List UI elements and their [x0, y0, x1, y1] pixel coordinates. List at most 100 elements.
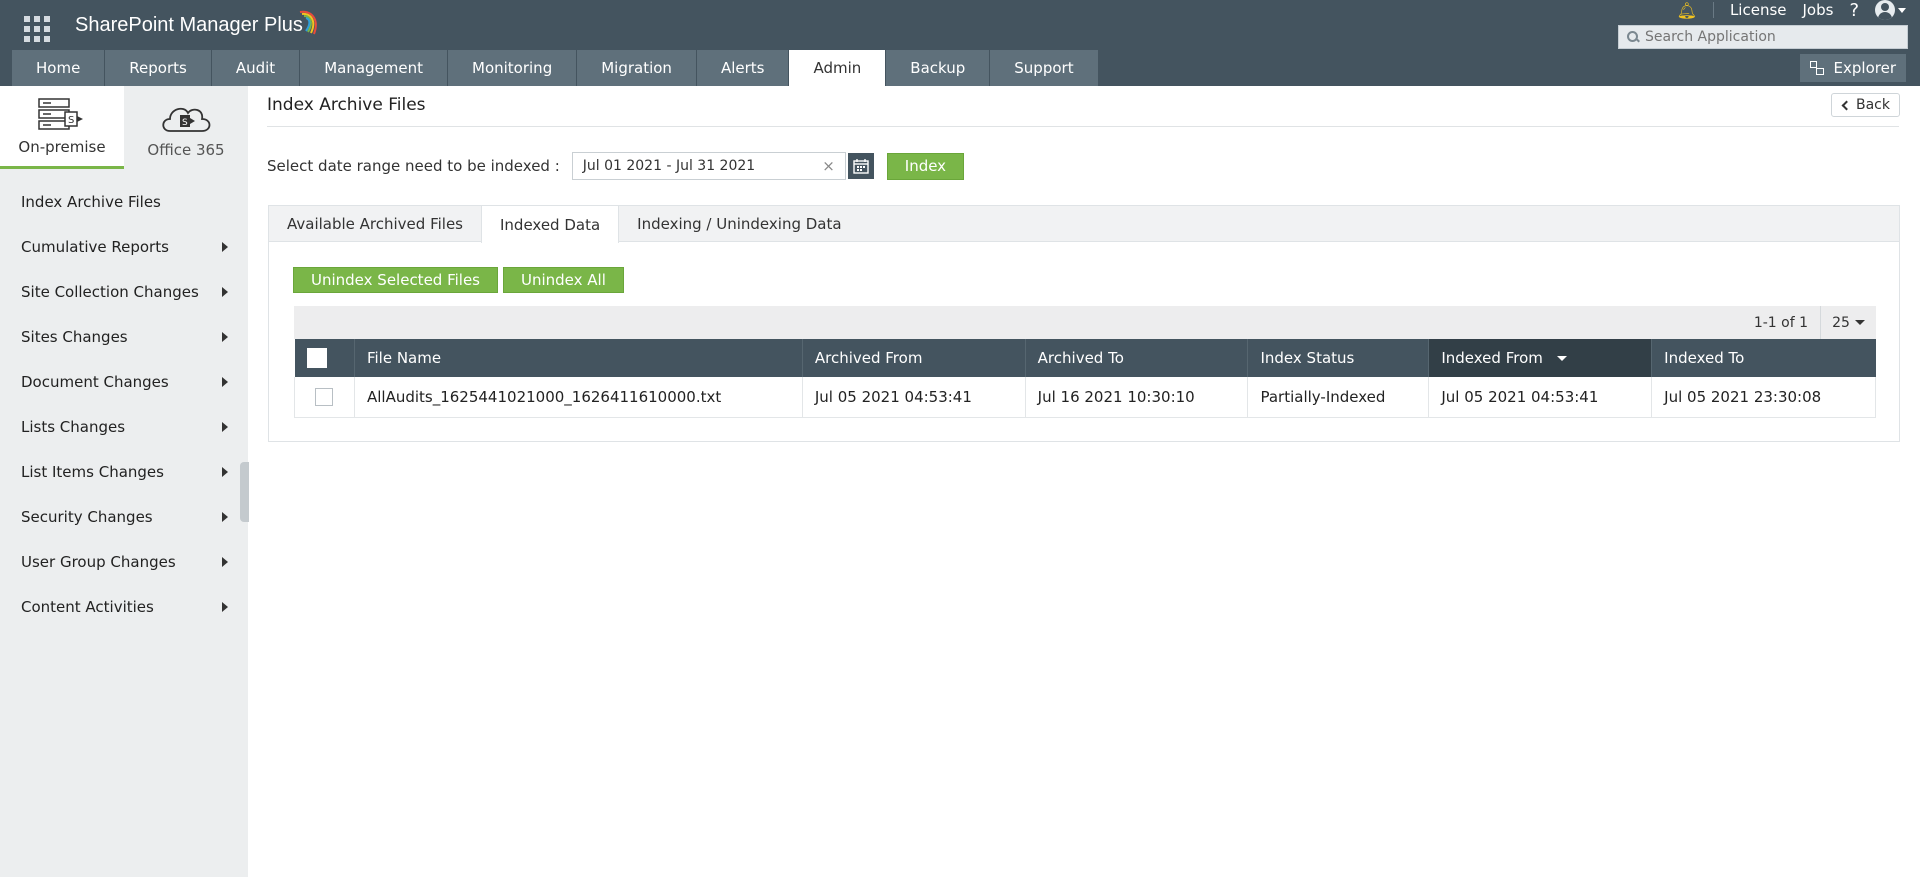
- bell-icon[interactable]: 🔔︎: [1677, 1, 1697, 20]
- pager-count: 1-1 of 1: [1753, 314, 1808, 331]
- platform-switch: S On-premise S Office 365: [0, 86, 248, 169]
- sidebar-item-label: Cumulative Reports: [21, 237, 169, 256]
- divider: [267, 126, 1899, 127]
- sidebar-item-label: Security Changes: [21, 507, 153, 526]
- tab-available-archived-files[interactable]: Available Archived Files: [269, 206, 481, 242]
- sidebar-item-sites-changes[interactable]: Sites Changes: [0, 314, 248, 359]
- nav-tab-admin[interactable]: Admin: [789, 50, 887, 86]
- sidebar-item-label: User Group Changes: [21, 552, 176, 571]
- logo-swoosh-icon: [299, 10, 317, 35]
- date-range-input[interactable]: Jul 01 2021 - Jul 31 2021 ×: [571, 152, 846, 180]
- sidebar-item-cumulative-reports[interactable]: Cumulative Reports: [0, 224, 248, 269]
- sidebar-item-label: Site Collection Changes: [21, 282, 199, 301]
- nav-tab-migration[interactable]: Migration: [577, 50, 697, 86]
- explorer-label: Explorer: [1833, 59, 1896, 77]
- row-select-cell: [294, 377, 355, 418]
- sidebar-item-label: Lists Changes: [21, 417, 126, 436]
- column-header-index-status[interactable]: Index Status: [1247, 339, 1430, 377]
- nav-tab-backup[interactable]: Backup: [886, 50, 991, 86]
- column-header-archived-from[interactable]: Archived From: [802, 339, 1026, 377]
- data-panel: Available Archived Files Indexed Data In…: [268, 205, 1900, 442]
- indexed-data-table: File Name Archived From Archived To Inde…: [294, 339, 1876, 418]
- caret-right-icon: [222, 241, 228, 252]
- date-range-value: Jul 01 2021 - Jul 31 2021: [582, 158, 756, 174]
- sidebar-item-label: List Items Changes: [21, 462, 164, 481]
- license-link[interactable]: License: [1730, 1, 1787, 19]
- chevron-down-icon: [1898, 7, 1906, 13]
- nav-tab-home[interactable]: Home: [12, 50, 106, 86]
- nav-tab-audit[interactable]: Audit: [211, 50, 301, 86]
- chevron-left-icon: [1841, 100, 1852, 110]
- caret-right-icon: [222, 556, 228, 567]
- page-size-select[interactable]: 25: [1820, 306, 1876, 339]
- app-header: SharePoint Manager Plus 🔔︎ License Jobs …: [0, 0, 1920, 86]
- sidebar-item-lists-changes[interactable]: Lists Changes: [0, 404, 248, 449]
- unindex-all-button[interactable]: Unindex All: [503, 267, 624, 293]
- sidebar-item-user-group-changes[interactable]: User Group Changes: [0, 539, 248, 584]
- app-logo: SharePoint Manager Plus: [75, 14, 303, 36]
- top-links: 🔔︎ License Jobs ?: [1677, 0, 1906, 21]
- page-size-value: 25: [1832, 314, 1850, 331]
- column-header-archived-to[interactable]: Archived To: [1025, 339, 1249, 377]
- back-button[interactable]: Back: [1831, 93, 1900, 117]
- column-header-file-name[interactable]: File Name: [354, 339, 803, 377]
- index-button[interactable]: Index: [886, 152, 965, 180]
- calendar-icon: [853, 159, 869, 174]
- nav-tab-monitoring[interactable]: Monitoring: [448, 50, 578, 86]
- svg-text:S: S: [68, 115, 74, 126]
- user-menu[interactable]: [1875, 0, 1906, 20]
- sidebar: S On-premise S Office 365 Index Archive …: [0, 86, 248, 877]
- cell-indexed-from: Jul 05 2021 04:53:41: [1428, 377, 1653, 418]
- chevron-down-icon: [1854, 320, 1865, 325]
- sidebar-item-label: Index Archive Files: [21, 192, 161, 211]
- unindex-selected-button[interactable]: Unindex Selected Files: [293, 267, 498, 293]
- sidebar-item-site-collection-changes[interactable]: Site Collection Changes: [0, 269, 248, 314]
- tab-indexing-unindexing-data[interactable]: Indexing / Unindexing Data: [619, 206, 859, 242]
- column-header-indexed-to[interactable]: Indexed To: [1651, 339, 1876, 377]
- sidebar-item-content-activities[interactable]: Content Activities: [0, 584, 248, 629]
- clear-icon[interactable]: ×: [822, 157, 835, 175]
- back-label: Back: [1856, 97, 1890, 113]
- sidebar-item-list-items-changes[interactable]: List Items Changes: [0, 449, 248, 494]
- sidebar-item-label: Sites Changes: [21, 327, 128, 346]
- caret-right-icon: [222, 421, 228, 432]
- search-icon: [1619, 25, 1645, 49]
- calendar-button[interactable]: [847, 153, 874, 179]
- column-header-indexed-from[interactable]: Indexed From: [1428, 339, 1653, 377]
- tab-indexed-data[interactable]: Indexed Data: [481, 206, 620, 243]
- table-header-row: File Name Archived From Archived To Inde…: [294, 339, 1876, 377]
- nav-tab-reports[interactable]: Reports: [105, 50, 212, 86]
- switch-on-premise[interactable]: S On-premise: [0, 86, 124, 169]
- server-icon: S: [38, 98, 83, 130]
- table-row[interactable]: AllAudits_1625441021000_1626411610000.tx…: [294, 377, 1876, 418]
- date-range-label: Select date range need to be indexed :: [267, 157, 560, 175]
- sidebar-item-label: Content Activities: [21, 597, 154, 616]
- select-all-cell: [294, 339, 355, 377]
- nav-tab-support[interactable]: Support: [990, 50, 1099, 86]
- row-checkbox[interactable]: [315, 388, 334, 406]
- switch-label: On-premise: [18, 138, 106, 156]
- jobs-link[interactable]: Jobs: [1803, 1, 1834, 19]
- nav-tab-management[interactable]: Management: [300, 50, 448, 86]
- help-icon[interactable]: ?: [1849, 0, 1859, 21]
- page-title: Index Archive Files: [267, 95, 426, 115]
- explorer-button[interactable]: Explorer: [1799, 54, 1906, 82]
- nav-tab-alerts[interactable]: Alerts: [696, 50, 790, 86]
- sidebar-item-index-archive-files[interactable]: Index Archive Files: [0, 179, 248, 224]
- sidebar-item-security-changes[interactable]: Security Changes: [0, 494, 248, 539]
- search-input[interactable]: [1645, 29, 1895, 45]
- sort-desc-icon: [1556, 356, 1567, 361]
- cell-index-status: Partially-Indexed: [1247, 377, 1430, 418]
- column-header-label: Indexed From: [1441, 349, 1543, 367]
- side-menu: Index Archive Files Cumulative Reports S…: [0, 179, 248, 629]
- select-all-checkbox[interactable]: [306, 348, 327, 368]
- tree-icon: [1809, 61, 1824, 75]
- switch-label: Office 365: [147, 141, 225, 159]
- sidebar-item-document-changes[interactable]: Document Changes: [0, 359, 248, 404]
- cloud-icon: S: [162, 107, 211, 132]
- caret-right-icon: [222, 466, 228, 477]
- app-launcher-icon[interactable]: [24, 16, 50, 42]
- sidebar-item-label: Document Changes: [21, 372, 169, 391]
- search-box: [1618, 25, 1908, 49]
- switch-office-365[interactable]: S Office 365: [124, 86, 248, 169]
